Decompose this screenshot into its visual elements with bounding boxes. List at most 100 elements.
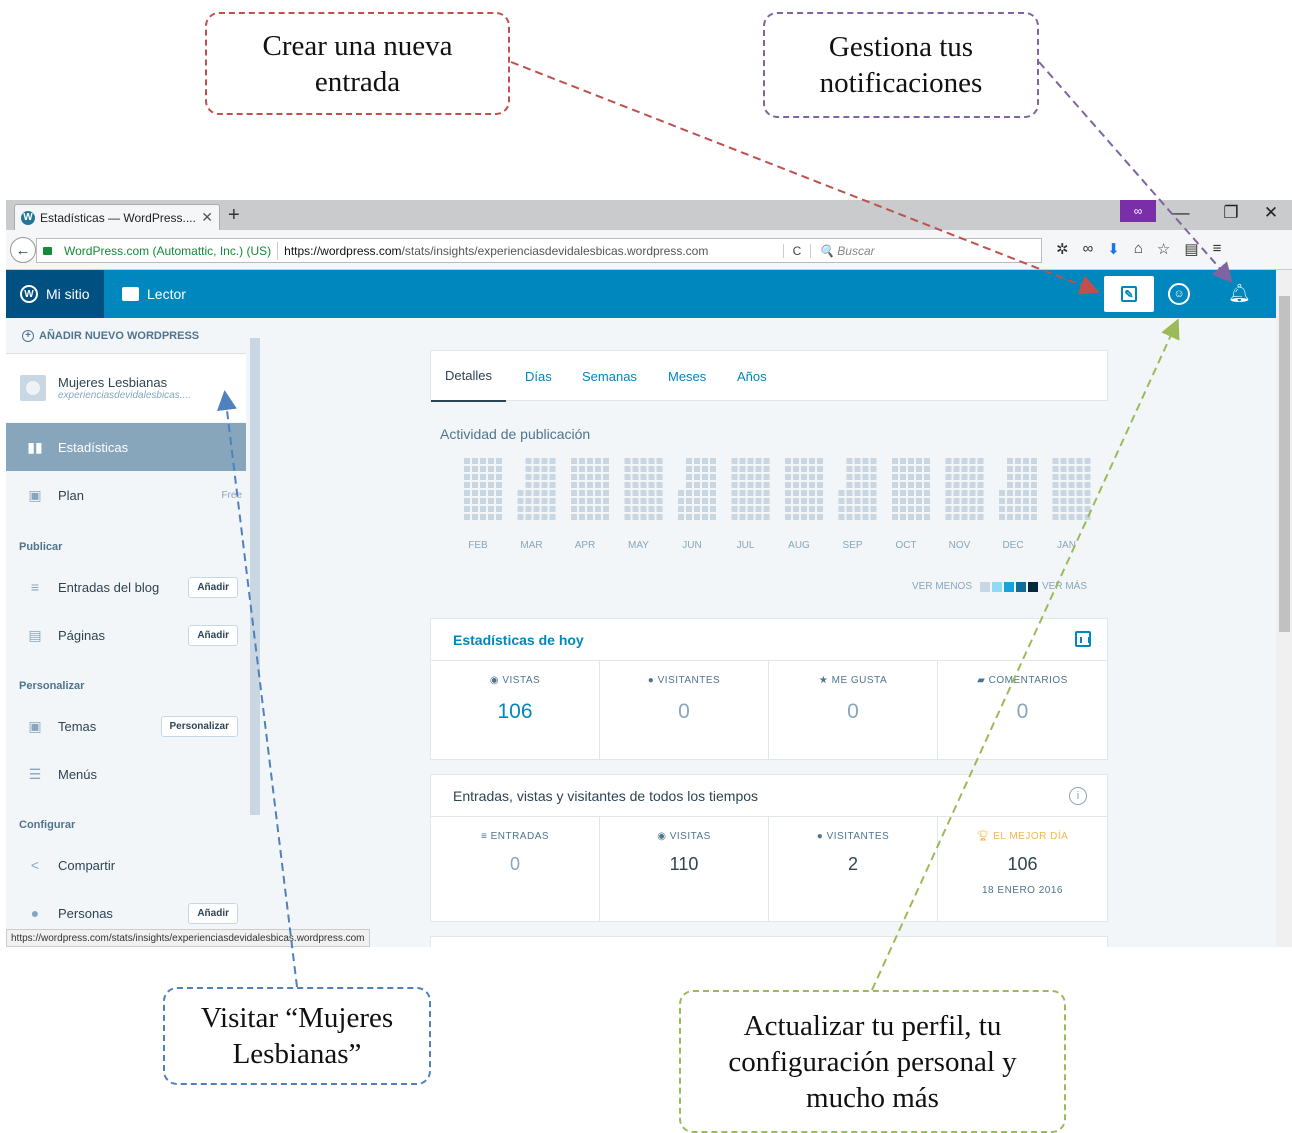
tab-days[interactable]: Días	[525, 351, 552, 402]
heatmap-cell	[961, 514, 968, 520]
search-input[interactable]: 🔍 Buscar	[811, 244, 1041, 258]
tab-years[interactable]: Años	[737, 351, 767, 402]
heatmap-cell	[977, 482, 984, 488]
tab-weeks[interactable]: Semanas	[582, 351, 637, 402]
sidebar-item-blog-posts[interactable]: ≡ Entradas del blog Añadir	[6, 563, 246, 611]
new-tab-button[interactable]: +	[228, 204, 240, 227]
likes-label: ★ ME GUSTA	[818, 675, 888, 686]
heatmap-cell	[603, 482, 609, 488]
sidebar-item-stats[interactable]: ▮▮ Estadísticas	[6, 423, 246, 471]
heatmap-cell	[686, 506, 692, 512]
heatmap-cell	[1076, 490, 1083, 496]
heatmap-cell	[870, 466, 877, 472]
heatmap-cell	[739, 490, 746, 496]
heatmap-cell	[1031, 474, 1037, 480]
alltime-best-day: 🏆︎ EL MEJOR DÍA 106 18 ENERO 2016	[938, 817, 1107, 922]
heatmap-cell	[571, 514, 577, 520]
sidebar-item-menus[interactable]: ☰ Menús	[6, 750, 246, 798]
tab-details[interactable]: Detalles	[431, 351, 506, 402]
reading-list-icon[interactable]: ▤	[1184, 240, 1198, 258]
address-bar[interactable]: WordPress.com (Automattic, Inc.) (US) ht…	[36, 238, 1042, 263]
heatmap-cell	[648, 482, 655, 488]
heatmap-cell	[1007, 490, 1013, 496]
heatmap-cell	[793, 466, 799, 472]
heatmap-cell	[496, 498, 502, 504]
url-path: /stats/insights/experienciasdevidalesbic…	[401, 243, 709, 258]
home-icon[interactable]: ⌂	[1134, 240, 1143, 258]
heatmap-cell	[549, 466, 556, 472]
today-title[interactable]: Estadísticas de hoy	[453, 632, 584, 648]
sidebar-item-pages[interactable]: ▤ Páginas Añadir	[6, 611, 246, 659]
bar-chart-icon[interactable]	[1075, 631, 1091, 647]
heatmap-cell	[1084, 466, 1091, 472]
heatmap-cell	[472, 474, 478, 480]
heatmap-month-block	[945, 458, 984, 520]
heatmap-cell	[785, 506, 791, 512]
add-page-button[interactable]: Añadir	[188, 624, 238, 646]
heatmap-cell	[755, 458, 762, 464]
restore-button[interactable]: ❐	[1211, 203, 1251, 223]
add-new-wordpress-link[interactable]: + AÑADIR NUEVO WORDPRESS	[6, 318, 246, 354]
back-button[interactable]: ←	[10, 237, 36, 263]
stat-views[interactable]: ◉ VISTAS 106	[431, 661, 600, 760]
heatmap-cell	[739, 514, 746, 520]
reload-button[interactable]: C	[783, 243, 811, 258]
heatmap-cell	[480, 514, 486, 520]
heatmap-cell	[541, 474, 548, 480]
heatmap-cell	[472, 506, 478, 512]
page-scrollbar-thumb[interactable]	[1279, 296, 1290, 632]
bookmark-star-icon[interactable]: ☆	[1157, 240, 1170, 258]
close-tab-icon[interactable]: ✕	[201, 209, 213, 226]
menu-icon[interactable]: ≡	[1213, 240, 1222, 258]
tab-months[interactable]: Meses	[668, 351, 706, 402]
browser-tab[interactable]: W Estadísticas — WordPress.... ✕	[14, 204, 220, 230]
heatmap-cell	[525, 482, 532, 488]
heatmap-cell	[1068, 506, 1075, 512]
write-post-button[interactable]: ✎	[1104, 276, 1154, 312]
heatmap-cell	[1060, 498, 1067, 504]
profile-avatar-button[interactable]: ☺	[1168, 283, 1190, 305]
heatmap-cell	[710, 490, 716, 496]
site-card[interactable]: Mujeres Lesbianas experienciasdevidalesb…	[6, 354, 246, 422]
posts-value: 0	[509, 854, 520, 874]
heatmap-cell	[1060, 514, 1067, 520]
customize-button[interactable]: Personalizar	[160, 715, 238, 737]
stat-comments[interactable]: ▰ COMENTARIOS 0	[938, 661, 1107, 760]
comments-label-text: COMENTARIOS	[988, 675, 1068, 686]
sidebar-item-themes[interactable]: ▣ Temas Personalizar	[6, 702, 246, 750]
mask-icon[interactable]: ∞	[1083, 240, 1094, 258]
my-site-button[interactable]: W Mi sitio	[6, 270, 104, 318]
close-window-button[interactable]: ✕	[1251, 203, 1291, 223]
gear-icon[interactable]: ✲	[1056, 240, 1069, 258]
heatmap-cell	[817, 506, 823, 512]
alltime-visitors-label-text: VISITANTES	[826, 831, 890, 842]
stat-likes[interactable]: ★ ME GUSTA 0	[769, 661, 938, 760]
notifications-bell-icon[interactable]: 🔔︎	[1228, 283, 1251, 304]
sidebar-item-plan[interactable]: ▣ Plan Free	[6, 471, 246, 519]
stat-visitors[interactable]: ● VISITANTES 0	[600, 661, 769, 760]
best-day-value: 106	[1007, 854, 1038, 874]
heatmap-cell	[571, 490, 577, 496]
heatmap-cell	[472, 514, 478, 520]
heatmap-cell	[945, 474, 952, 480]
info-icon[interactable]: i	[1069, 787, 1087, 805]
heatmap-cell	[464, 498, 470, 504]
heatmap-cell	[908, 482, 914, 488]
private-mask-icon: ∞	[1120, 200, 1156, 222]
sidebar-scrollbar-thumb[interactable]	[250, 338, 260, 815]
sidebar-item-share[interactable]: < Compartir	[6, 841, 246, 889]
add-person-button[interactable]: Añadir	[188, 902, 238, 924]
heatmap-cell	[817, 482, 823, 488]
heatmap-cell	[702, 506, 708, 512]
minimize-button[interactable]: —	[1161, 203, 1201, 223]
heatmap-cell	[549, 458, 556, 464]
download-icon[interactable]: ⬇	[1107, 240, 1120, 258]
heatmap-cell	[763, 490, 770, 496]
heatmap-cell	[533, 506, 540, 512]
heatmap-cell	[731, 498, 738, 504]
alltime-header: Entradas, vistas y visitantes de todos l…	[431, 775, 1107, 817]
heatmap-cell	[632, 498, 639, 504]
add-post-button[interactable]: Añadir	[188, 576, 238, 598]
reader-button[interactable]: Lector	[108, 270, 200, 318]
heatmap-cell	[710, 514, 716, 520]
